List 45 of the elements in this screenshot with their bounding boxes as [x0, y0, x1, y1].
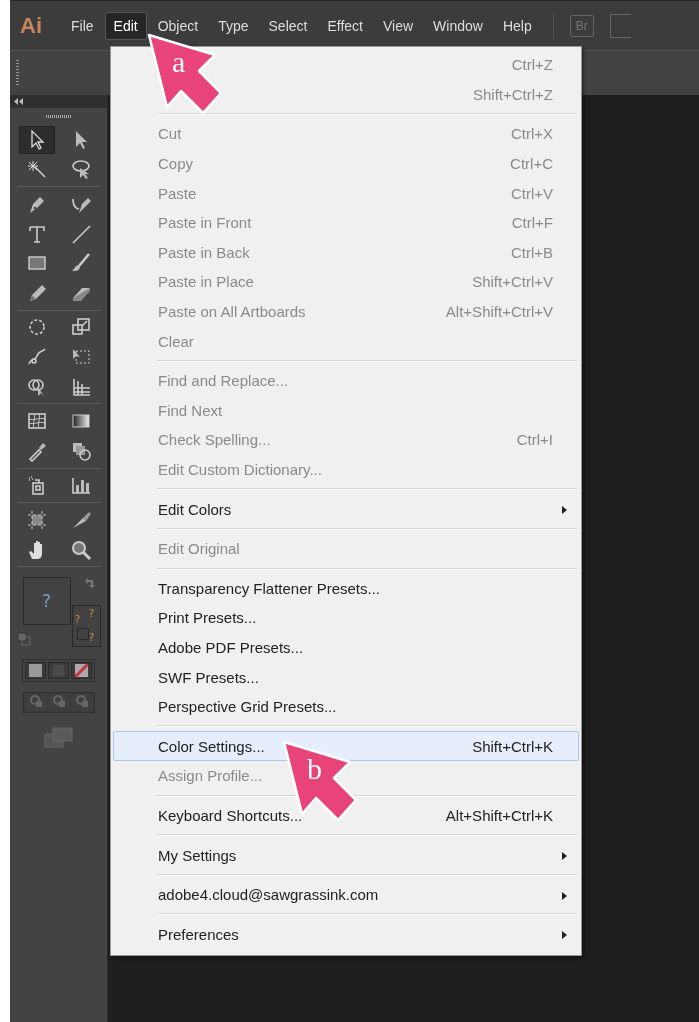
menu-shortcut: Shift+Ctrl+K	[472, 737, 553, 755]
menu-bar-item[interactable]: Effect	[318, 11, 372, 40]
menu-item-label[interactable]: Color Settings...	[158, 737, 265, 755]
menu-item-label[interactable]: Transparency Flattener Presets...	[158, 579, 381, 597]
menu-item-label[interactable]: Perspective Grid Presets...	[158, 698, 337, 716]
menu-bar-item[interactable]: Window	[424, 11, 492, 40]
stroke-mark: ?	[88, 631, 95, 645]
default-colors-icon[interactable]	[16, 632, 31, 647]
menu-item-label[interactable]: SWF Presets...	[158, 668, 259, 686]
callout-tooltip: a	[147, 33, 223, 117]
menu-shortcut: Shift+Ctrl+V	[472, 273, 553, 291]
menu-shortcut: Ctrl+C	[510, 155, 553, 173]
menu-shortcut: Ctrl+Z	[511, 56, 553, 74]
square-icon	[29, 664, 42, 678]
menu-shortcut: Ctrl+V	[510, 184, 553, 202]
menu-item-label[interactable]: My Settings	[158, 846, 237, 864]
stroke-swatch-inner	[76, 628, 89, 641]
menu-item-label[interactable]: Print Presets...	[158, 609, 257, 627]
stroke-mark: ?	[74, 613, 81, 627]
menu-shortcut: Shift+Ctrl+Z	[472, 85, 553, 103]
menu-item-label[interactable]: Edit Colors	[158, 500, 232, 518]
menu-bar-item[interactable]: File	[62, 11, 103, 40]
grip-handle[interactable]	[16, 60, 19, 86]
slashed-square-icon	[75, 664, 88, 678]
none-mode-button[interactable]	[71, 662, 92, 680]
menu-shortcut: Ctrl+I	[516, 431, 553, 449]
stroke-swatch[interactable]	[71, 605, 101, 648]
menu-shortcut: Ctrl+F	[511, 214, 553, 232]
menu-item-label[interactable]: adobe4.cloud@sawgrassink.com	[158, 886, 379, 904]
app-logo: Ai	[20, 12, 43, 39]
menu-item-label[interactable]: Adobe PDF Presets...	[158, 639, 304, 656]
menu-bar-item[interactable]: Edit	[104, 11, 147, 40]
menu-shortcut: Alt+Shift+Ctrl+K	[445, 806, 553, 824]
grip-handle[interactable]	[45, 115, 72, 118]
menu-bar-item[interactable]: View	[374, 11, 423, 40]
collapse-icon[interactable]	[14, 98, 24, 105]
menu-item-label[interactable]: Keyboard Shortcuts...	[158, 806, 303, 824]
color-mode-button[interactable]	[25, 662, 46, 680]
menu-shortcut: Alt+Shift+Ctrl+V	[445, 303, 553, 321]
menu-bar-item[interactable]: Select	[259, 11, 317, 40]
menu-bar-item[interactable]: Help	[493, 11, 541, 40]
menu-shortcut: Ctrl+X	[510, 125, 553, 143]
menu-item-label[interactable]: Preferences	[158, 925, 239, 943]
stroke-mark: ?	[88, 607, 95, 621]
menu-shortcut: Ctrl+B	[510, 243, 553, 261]
